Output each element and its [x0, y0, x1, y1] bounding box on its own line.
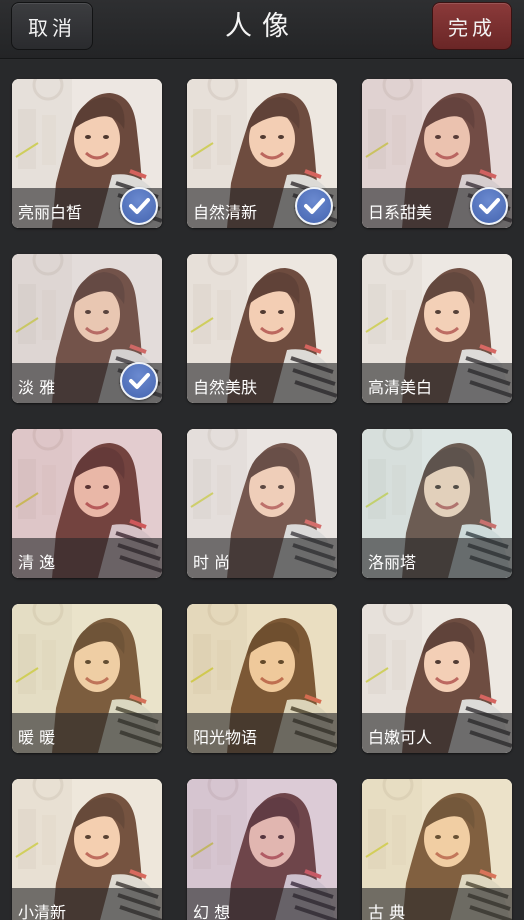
filter-tile[interactable]: 亮丽白皙 [12, 79, 162, 228]
filter-label: 洛丽塔 [368, 553, 417, 572]
filter-tile[interactable]: 淡 雅 [12, 254, 162, 403]
filter-grid: 亮丽白皙 自然清新 日系甜美淡 雅 自然美肤 高清美白清 逸 时 尚 洛丽塔暖 暖 阳光物语 白… [0, 60, 524, 920]
top-bar: 取消 人像 完成 [0, 0, 524, 59]
filter-tile[interactable]: 时 尚 [187, 429, 337, 578]
filter-label: 小清新 [18, 903, 67, 920]
filter-tile[interactable]: 阳光物语 [187, 604, 337, 753]
filter-label: 时 尚 [193, 553, 231, 572]
check-icon [470, 187, 508, 225]
filter-tile[interactable]: 暖 暖 [12, 604, 162, 753]
filter-tile[interactable]: 幻 想 [187, 779, 337, 920]
filter-label: 古 典 [368, 903, 406, 920]
filter-tile[interactable]: 自然清新 [187, 79, 337, 228]
filter-label: 阳光物语 [193, 728, 258, 747]
filter-label: 幻 想 [193, 903, 231, 920]
filter-tile[interactable]: 古 典 [362, 779, 512, 920]
filter-label: 日系甜美 [368, 203, 433, 222]
check-icon [295, 187, 333, 225]
filter-tile[interactable]: 日系甜美 [362, 79, 512, 228]
filter-label: 淡 雅 [18, 378, 56, 397]
filter-label: 自然美肤 [193, 378, 258, 397]
filter-label: 清 逸 [18, 553, 56, 572]
done-button[interactable]: 完成 [432, 2, 512, 50]
check-icon [120, 362, 158, 400]
filter-tile[interactable]: 自然美肤 [187, 254, 337, 403]
filter-tile[interactable]: 白嫩可人 [362, 604, 512, 753]
filter-tile[interactable]: 高清美白 [362, 254, 512, 403]
cancel-button[interactable]: 取消 [11, 2, 93, 50]
filter-label: 高清美白 [368, 378, 433, 397]
filter-tile[interactable]: 洛丽塔 [362, 429, 512, 578]
filter-tile[interactable]: 清 逸 [12, 429, 162, 578]
check-icon [120, 187, 158, 225]
filter-label: 自然清新 [193, 203, 258, 222]
filter-tile[interactable]: 小清新 [12, 779, 162, 920]
filter-label: 亮丽白皙 [18, 203, 83, 222]
filter-label: 暖 暖 [18, 728, 56, 747]
filter-label: 白嫩可人 [368, 728, 433, 747]
